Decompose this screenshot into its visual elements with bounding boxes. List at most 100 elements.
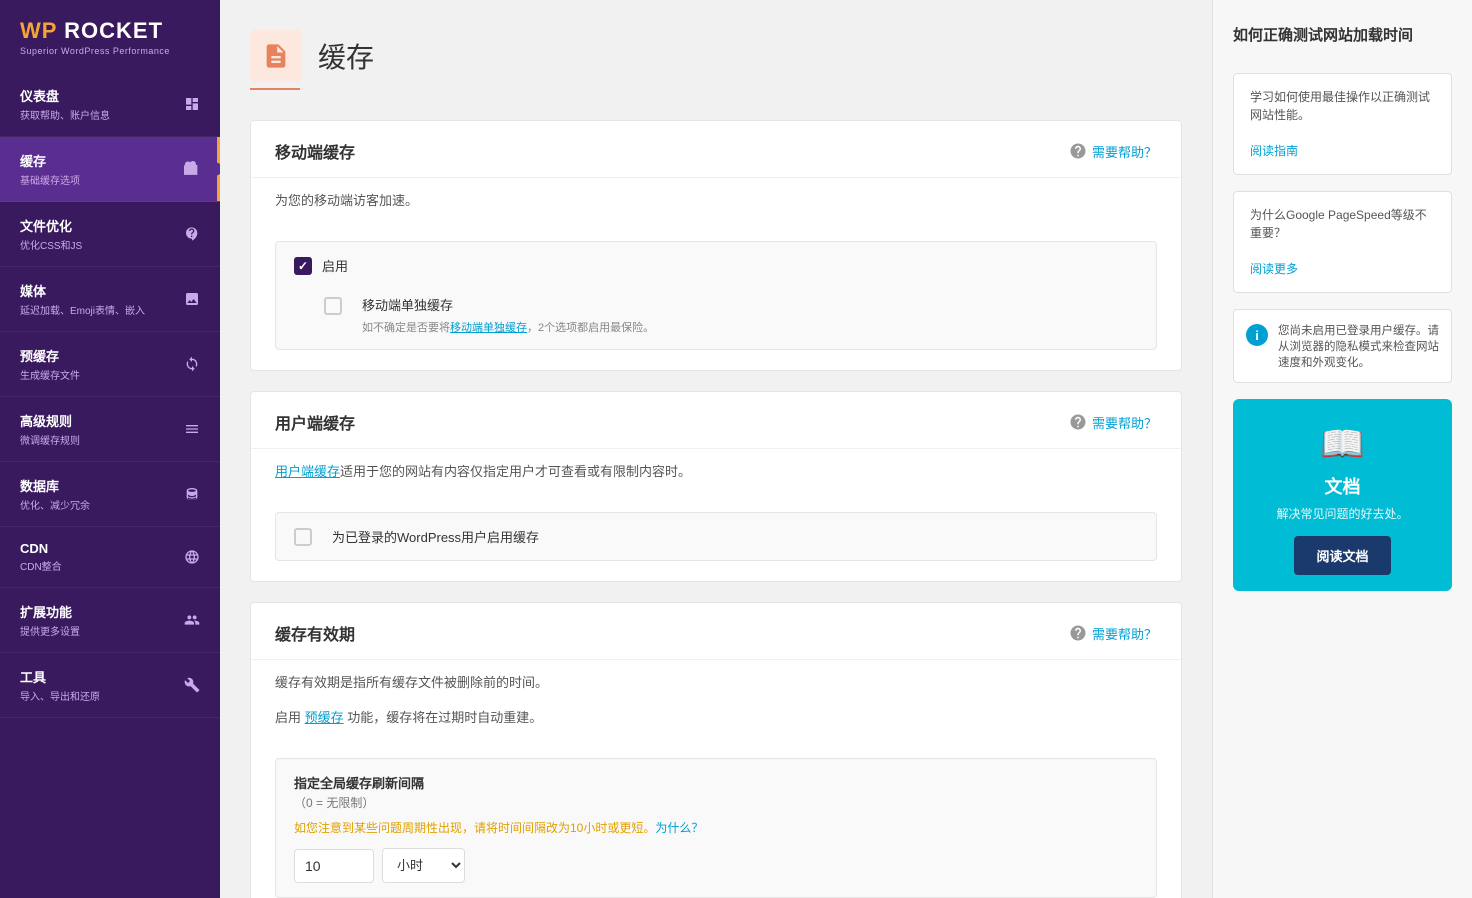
expiry-input-row: 小时 分钟 天: [294, 848, 1138, 883]
right-card-1-text: 学习如何使用最佳操作以正确测试网站性能。: [1250, 90, 1430, 122]
cache-expiry-help[interactable]: 需要帮助？: [1069, 624, 1157, 643]
docs-card: 📖 文档 解决常见问题的好去处。 阅读文档: [1233, 399, 1452, 591]
advanced-rules-icon: [176, 421, 200, 437]
sidebar-item-advanced-rules-title: 高级规则: [20, 411, 176, 430]
sidebar-item-tools-title: 工具: [20, 667, 176, 686]
global-sublabel: （0 = 无限制）: [294, 794, 1138, 811]
user-cache-enable-label: 为已登录的WordPress用户启用缓存: [332, 527, 539, 546]
sidebar-item-media-title: 媒体: [20, 281, 176, 300]
sidebar-item-cache[interactable]: 缓存 基础缓存选项: [0, 137, 220, 202]
sidebar-item-extensions-subtitle: 提供更多设置: [20, 623, 176, 638]
sidebar-item-dashboard[interactable]: 仪表盘 获取帮助、账户信息: [0, 72, 220, 137]
mobile-cache-help[interactable]: 需要帮助？: [1069, 142, 1157, 161]
sidebar-item-database-title: 数据库: [20, 476, 176, 495]
sidebar-item-cdn-title: CDN: [20, 541, 176, 556]
media-icon: [176, 291, 200, 307]
sidebar-item-file-optimization-title: 文件优化: [20, 216, 176, 235]
sidebar-logo: WP ROCKET Superior WordPress Performance: [0, 0, 220, 72]
cache-expiry-desc1: 缓存有效期是指所有缓存文件被删除前的时间。: [251, 660, 1181, 707]
docs-card-desc: 解决常见问题的好去处。: [1249, 505, 1436, 522]
mobile-cache-desc: 为您的移动端访客加速。: [251, 178, 1181, 225]
cdn-icon: [176, 549, 200, 565]
mobile-separate-link[interactable]: 移动端单独缓存: [450, 322, 527, 334]
sidebar-item-database-subtitle: 优化、减少冗余: [20, 497, 176, 512]
sidebar-item-advanced-rules-subtitle: 微调缓存规则: [20, 432, 176, 447]
user-cache-section: 用户端缓存 需要帮助？ 用户端缓存适用于您的网站有内容仅指定用户才可查看或有限制…: [250, 391, 1182, 582]
sidebar-item-preload-title: 预缓存: [20, 346, 176, 365]
expiry-why-link[interactable]: 为什么？: [655, 821, 703, 835]
mobile-cache-body: 启用 移动端单独缓存 如不确定是否要将移动端单独缓存，2个选项都启用最保险。: [251, 225, 1181, 370]
mobile-cache-enable-row: 启用 移动端单独缓存 如不确定是否要将移动端单独缓存，2个选项都启用最保险。: [275, 241, 1157, 350]
sidebar: WP ROCKET Superior WordPress Performance…: [0, 0, 220, 898]
content-area: 缓存 移动端缓存 需要帮助？ 为您的移动端访客加速。 启用: [220, 0, 1212, 898]
expiry-unit-select[interactable]: 小时 分钟 天: [382, 848, 465, 883]
right-card-1: 学习如何使用最佳操作以正确测试网站性能。 阅读指南: [1233, 73, 1452, 175]
logo-rocket: ROCKET: [64, 18, 163, 43]
sidebar-item-advanced-rules[interactable]: 高级规则 微调缓存规则: [0, 397, 220, 462]
user-cache-desc: 用户端缓存适用于您的网站有内容仅指定用户才可查看或有限制内容时。: [251, 449, 1181, 496]
sidebar-item-media[interactable]: 媒体 延迟加载、Emoji表情、嵌入: [0, 267, 220, 332]
mobile-separate-checkbox[interactable]: [324, 297, 342, 315]
sidebar-item-dashboard-subtitle: 获取帮助、账户信息: [20, 107, 176, 122]
sidebar-item-database[interactable]: 数据库 优化、减少冗余: [0, 462, 220, 527]
sidebar-item-file-optimization-subtitle: 优化CSS和JS: [20, 237, 176, 252]
mobile-separate-label: 移动端单独缓存: [362, 295, 654, 314]
right-card-2: 为什么Google PageSpeed等级不重要？ 阅读更多: [1233, 191, 1452, 293]
mobile-cache-section: 移动端缓存 需要帮助？ 为您的移动端访客加速。 启用: [250, 120, 1182, 371]
preload-icon: [176, 356, 200, 372]
right-card-2-text: 为什么Google PageSpeed等级不重要？: [1250, 208, 1427, 240]
right-sidebar-title: 如何正确测试网站加载时间: [1233, 24, 1452, 45]
mobile-cache-title: 移动端缓存: [275, 139, 355, 163]
database-icon: [176, 486, 200, 502]
preload-link[interactable]: 预缓存: [305, 710, 344, 725]
user-cache-desc-link[interactable]: 用户端缓存: [275, 464, 340, 479]
tools-icon: [176, 677, 200, 693]
sidebar-item-cdn-subtitle: CDN整合: [20, 558, 176, 573]
mobile-cache-enable-label: 启用: [322, 256, 348, 275]
sidebar-item-cache-subtitle: 基础缓存选项: [20, 172, 176, 187]
sidebar-item-dashboard-title: 仪表盘: [20, 86, 176, 105]
right-card-1-link[interactable]: 阅读指南: [1250, 144, 1298, 158]
page-icon: [250, 30, 302, 82]
right-sidebar: 如何正确测试网站加载时间 学习如何使用最佳操作以正确测试网站性能。 阅读指南 为…: [1212, 0, 1472, 898]
user-cache-help[interactable]: 需要帮助？: [1069, 413, 1157, 432]
sidebar-item-extensions[interactable]: 扩展功能 提供更多设置: [0, 588, 220, 653]
sidebar-active-arrow: [210, 159, 220, 179]
user-cache-title: 用户端缓存: [275, 410, 355, 434]
right-card-2-link[interactable]: 阅读更多: [1250, 262, 1298, 276]
cache-expiry-title: 缓存有效期: [275, 621, 355, 645]
sidebar-item-tools[interactable]: 工具 导入、导出和还原: [0, 653, 220, 718]
user-cache-header: 用户端缓存 需要帮助？: [251, 392, 1181, 449]
expiry-input[interactable]: [294, 849, 374, 883]
user-cache-enable-checkbox[interactable]: [294, 528, 312, 546]
cache-expiry-section: 缓存有效期 需要帮助？ 缓存有效期是指所有缓存文件被删除前的时间。 启用 预缓存…: [250, 602, 1182, 898]
dashboard-icon: [176, 96, 200, 112]
extensions-icon: [176, 612, 200, 628]
cache-icon: [176, 161, 200, 177]
sidebar-item-preload-subtitle: 生成缓存文件: [20, 367, 176, 382]
page-header-divider: [250, 88, 300, 90]
logo-wp: WP: [20, 18, 64, 43]
docs-card-button[interactable]: 阅读文档: [1294, 536, 1390, 575]
file-optimization-icon: [176, 226, 200, 242]
cache-expiry-header: 缓存有效期 需要帮助？: [251, 603, 1181, 660]
user-cache-enable-row: 为已登录的WordPress用户启用缓存: [275, 512, 1157, 561]
cache-expiry-desc2: 启用 预缓存 功能，缓存将在过期时自动重建。: [251, 707, 1181, 742]
page-title: 缓存: [318, 36, 374, 76]
user-cache-help-label: 需要帮助？: [1092, 413, 1157, 432]
sidebar-item-file-optimization[interactable]: 文件优化 优化CSS和JS: [0, 202, 220, 267]
mobile-cache-header: 移动端缓存 需要帮助？: [251, 121, 1181, 178]
book-icon: 📖: [1249, 423, 1436, 465]
sidebar-item-preload[interactable]: 预缓存 生成缓存文件: [0, 332, 220, 397]
sidebar-item-media-subtitle: 延迟加载、Emoji表情、嵌入: [20, 302, 176, 317]
expiry-warning: 如您注意到某些问题周期性出现，请将时间间隔改为10小时或更短。为什么？: [294, 819, 1138, 836]
page-header: 缓存: [250, 30, 1182, 82]
sidebar-item-cache-title: 缓存: [20, 151, 176, 170]
mobile-cache-enable-checkbox[interactable]: [294, 257, 312, 275]
sidebar-item-extensions-title: 扩展功能: [20, 602, 176, 621]
info-card-text: 您尚未启用已登录用户缓存。请从浏览器的隐私模式来检查网站速度和外观变化。: [1278, 322, 1439, 370]
main-area: 缓存 移动端缓存 需要帮助？ 为您的移动端访客加速。 启用: [220, 0, 1472, 898]
docs-card-title: 文档: [1249, 473, 1436, 499]
sidebar-item-tools-subtitle: 导入、导出和还原: [20, 688, 176, 703]
sidebar-item-cdn[interactable]: CDN CDN整合: [0, 527, 220, 588]
